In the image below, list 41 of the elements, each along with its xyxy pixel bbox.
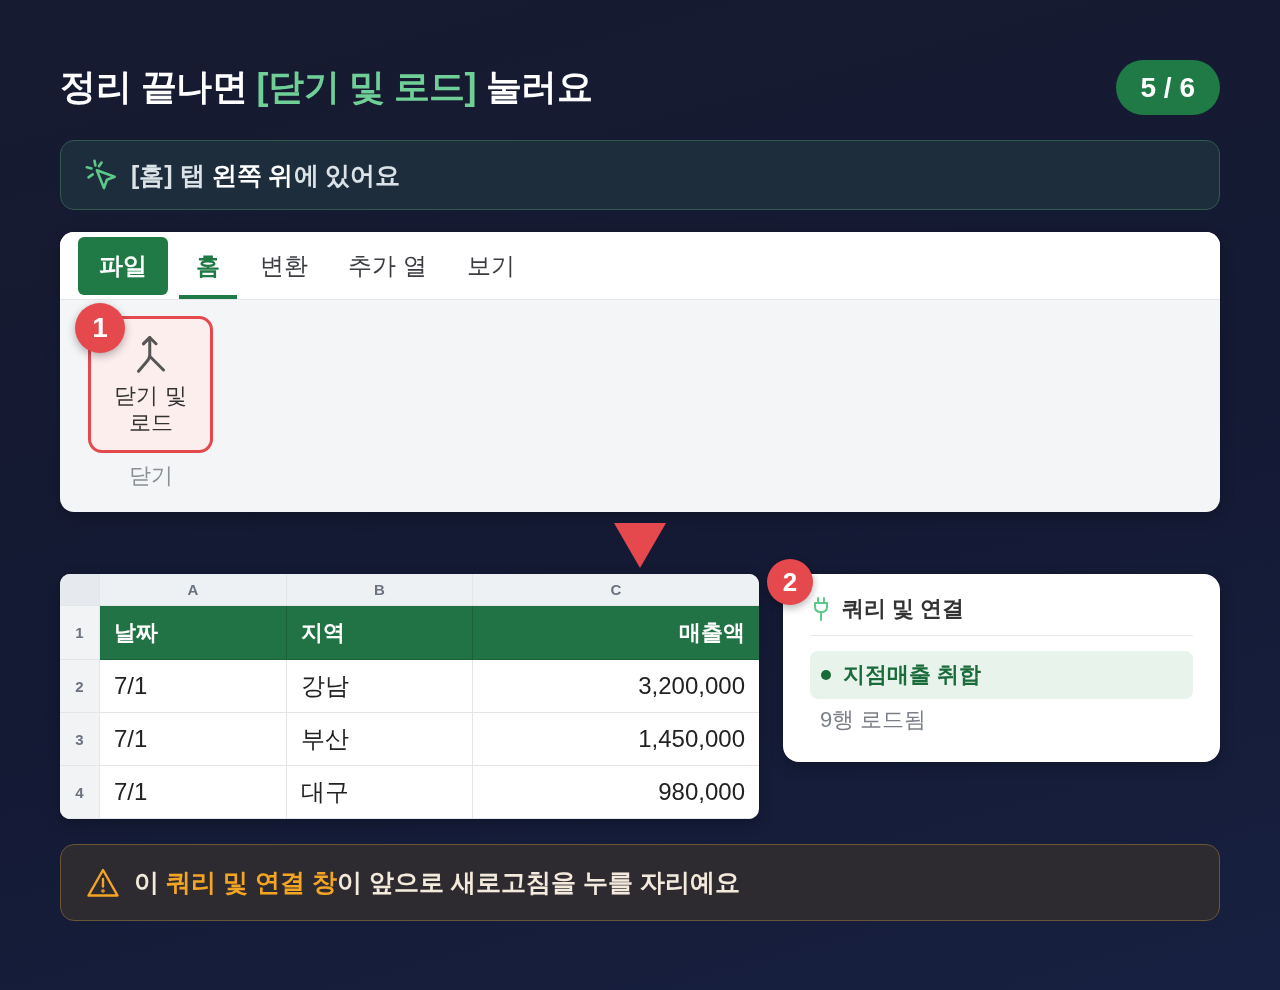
group-label: 닫기	[128, 462, 173, 490]
panel-title: 쿼리 및 연결	[842, 595, 965, 623]
table-cell: 7/1	[100, 766, 287, 819]
warning-icon	[87, 867, 119, 898]
tip-text: [홈] 탭 왼쪽 위에 있어요	[131, 159, 401, 191]
table-cell: 3,200,000	[473, 660, 759, 713]
row-header[interactable]: 4	[60, 766, 100, 819]
ribbon-tab[interactable]: 홈	[179, 232, 237, 299]
row-header[interactable]: 1	[60, 606, 100, 660]
load-status: 9행 로드됨	[819, 706, 928, 734]
table-cell: 부산	[287, 713, 473, 766]
ribbon-tab[interactable]: 변환	[243, 232, 325, 299]
table-cell: 1,450,000	[473, 713, 759, 766]
column-header[interactable]: B	[287, 574, 473, 606]
column-header[interactable]: A	[100, 574, 287, 606]
header-cell: 날짜	[100, 606, 287, 660]
merge-arrow-icon	[135, 335, 166, 374]
plug-icon	[814, 597, 828, 621]
callout-number: 2	[767, 559, 813, 605]
select-all-corner[interactable]	[60, 574, 100, 606]
table-cell: 980,000	[473, 766, 759, 819]
cursor-click-icon	[85, 159, 117, 191]
warning-text: 이 쿼리 및 연결 창이 앞으로 새로고침을 누를 자리예요	[134, 867, 740, 898]
page-title: 정리 끝나면 [닫기 및 로드] 눌러요	[60, 65, 592, 109]
table-cell: 7/1	[100, 660, 287, 713]
header-cell: 매출액	[473, 606, 759, 660]
file-menu-button[interactable]: 파일	[78, 236, 168, 295]
query-item[interactable]: 지점매출 취합	[810, 651, 1193, 699]
ribbon-tab[interactable]: 보기	[449, 232, 532, 299]
table-cell: 7/1	[100, 713, 287, 766]
callout-number: 1	[75, 303, 125, 353]
down-arrow-icon	[614, 523, 666, 568]
step-counter: 5 / 6	[1115, 60, 1220, 115]
table-cell: 대구	[287, 766, 473, 819]
header-cell: 지역	[287, 606, 473, 660]
row-header[interactable]: 3	[60, 713, 100, 766]
table-cell: 강남	[287, 660, 473, 713]
row-header[interactable]: 2	[60, 660, 100, 713]
status-dot-icon	[821, 670, 831, 680]
ribbon-tab[interactable]: 추가 열	[331, 232, 444, 299]
column-header[interactable]: C	[473, 574, 759, 606]
